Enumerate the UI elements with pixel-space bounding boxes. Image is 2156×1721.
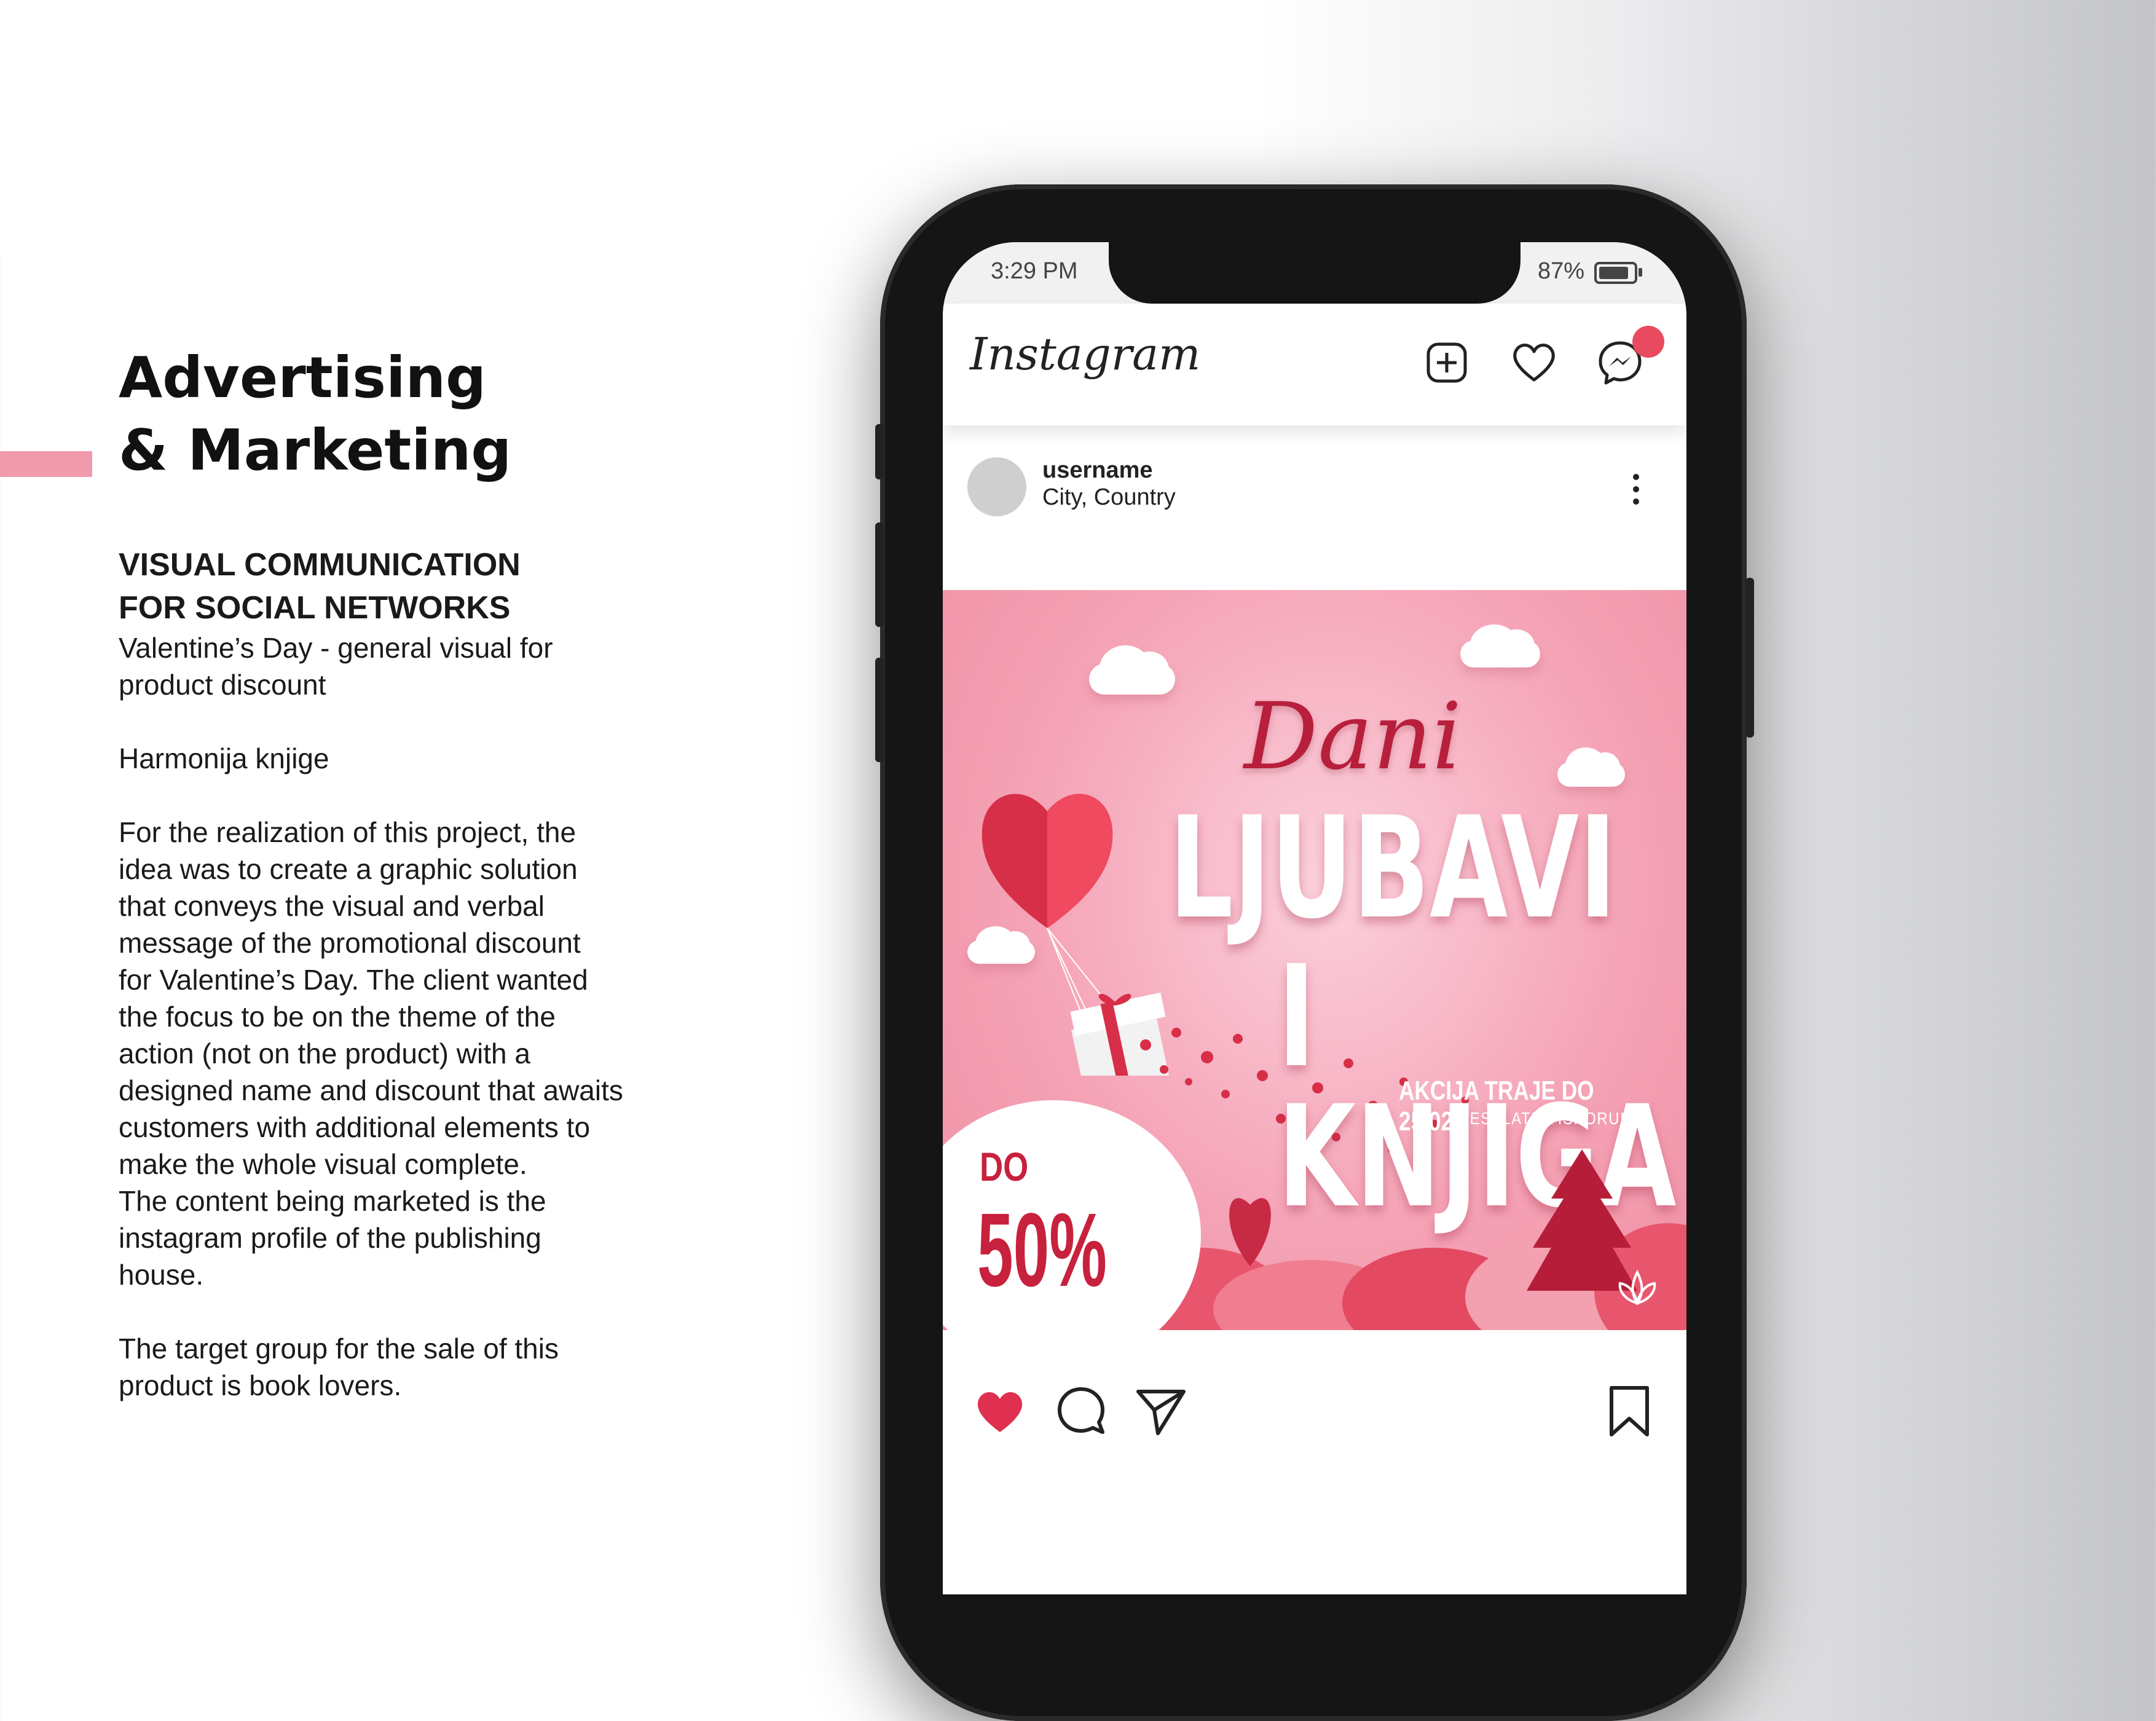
client-name: Harmonija knjige: [119, 742, 329, 774]
phone-side-button: [875, 658, 884, 762]
notification-dot: [1632, 326, 1664, 358]
accent-bar: [0, 451, 92, 477]
phone-notch: [1109, 242, 1521, 304]
post-location[interactable]: City, Country: [1042, 484, 1176, 511]
body-line: customers with additional elements to: [119, 1111, 591, 1143]
post-username[interactable]: username: [1042, 457, 1153, 484]
body-line: action (not on the product) with a: [119, 1038, 530, 1069]
heart-icon[interactable]: [1509, 338, 1559, 387]
publisher-logo-icon: [1618, 1269, 1656, 1306]
new-post-icon[interactable]: [1422, 338, 1471, 387]
project-description: VISUAL COMMUNICATION FOR SOCIAL NETWORKS…: [119, 543, 684, 1404]
description-line-1: Valentine’s Day - general visual for: [119, 632, 553, 664]
bookmark-icon[interactable]: [1602, 1383, 1657, 1438]
phone-screen: 3:29 PM 87% Instagram username City, Cou…: [943, 242, 1686, 1594]
battery-tip: [1639, 268, 1642, 277]
comment-icon[interactable]: [1053, 1383, 1109, 1438]
foliage-illustration: [1127, 1149, 1686, 1330]
body-line: For the realization of this project, the: [119, 816, 576, 848]
avatar[interactable]: [967, 457, 1026, 516]
section-subheading: VISUAL COMMUNICATION FOR SOCIAL NETWORKS: [119, 543, 684, 629]
battery-level: [1599, 267, 1628, 279]
share-icon[interactable]: [1133, 1383, 1189, 1438]
body-line: the focus to be on the theme of the: [119, 1001, 556, 1033]
cloud-decoration: [1089, 645, 1175, 695]
phone-side-button: [875, 522, 884, 627]
title-line-1: Advertising: [119, 345, 486, 411]
campaign-title-line-1: LJUBAVI: [1169, 786, 1617, 950]
battery-icon: [1594, 262, 1637, 284]
status-time: 3:29 PM: [991, 258, 1078, 284]
phone-side-button: [875, 424, 884, 479]
cloud-decoration: [1460, 624, 1540, 668]
cloud-decoration: [1557, 747, 1625, 787]
target-line-2: product is book lovers.: [119, 1369, 402, 1401]
subheading-line-2: FOR SOCIAL NETWORKS: [119, 590, 511, 626]
liked-heart-icon[interactable]: [972, 1383, 1028, 1438]
post-actions: [943, 1361, 1686, 1447]
instagram-header: Instagram: [943, 304, 1686, 425]
body-line: The content being marketed is the: [119, 1185, 546, 1217]
subheading-line-1: VISUAL COMMUNICATION: [119, 547, 521, 583]
status-bar: 3:29 PM 87%: [943, 242, 1686, 304]
body-paragraph: For the realization of this project, the…: [119, 814, 684, 1293]
discount-value: 50%: [977, 1192, 1107, 1309]
body-line: designed name and discount that awaits: [119, 1074, 623, 1106]
instagram-logo: Instagram: [970, 328, 1201, 380]
battery-percentage: 87%: [1538, 258, 1585, 284]
body-line: for Valentine’s Day. The client wanted: [119, 964, 588, 996]
post-image[interactable]: Dani LJUBAVI I KNJIGA AKCIJA TRAJE DO 25…: [943, 590, 1686, 1330]
body-line: house.: [119, 1259, 204, 1291]
post-header: username City, Country: [943, 445, 1686, 519]
campaign-free-shipping: BESPLATNA ISPORUKA: [1459, 1109, 1642, 1128]
more-options-icon[interactable]: [1630, 471, 1642, 508]
body-line: that conveys the visual and verbal: [119, 890, 545, 922]
phone-power-button: [1745, 578, 1754, 738]
body-line: make the whole visual complete.: [119, 1148, 527, 1180]
description-line-2: product discount: [119, 669, 326, 701]
page-title: Advertising & Marketing: [119, 342, 511, 487]
target-line-1: The target group for the sale of this: [119, 1333, 559, 1365]
body-line: message of the promotional discount: [119, 927, 581, 959]
campaign-script-title: Dani: [1244, 683, 1462, 790]
body-line: instagram profile of the publishing: [119, 1222, 541, 1254]
title-line-2: & Marketing: [119, 417, 512, 483]
body-line: idea was to create a graphic solution: [119, 853, 578, 885]
discount-prefix: DO: [980, 1144, 1029, 1189]
